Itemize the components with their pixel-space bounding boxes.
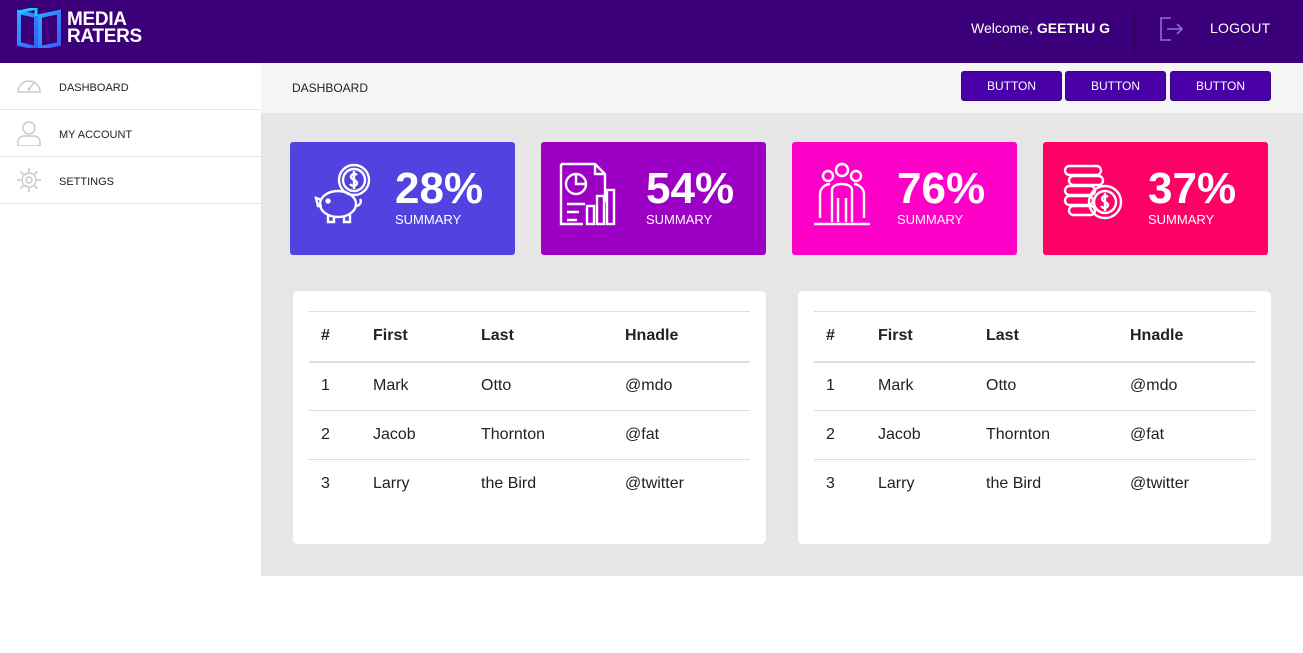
coins-stack-icon (1063, 164, 1123, 220)
logout-icon[interactable] (1158, 16, 1184, 42)
table-row[interactable]: 1 Mark Otto @mdo (309, 362, 750, 411)
table-cell: @twitter (625, 475, 684, 493)
welcome-text: Welcome, GEETHU G (971, 20, 1110, 36)
table-header-row: # First Last Hnadle (814, 311, 1255, 362)
table-row[interactable]: 1 Mark Otto @mdo (814, 362, 1255, 411)
top-bar: MEDIA RATERS Welcome, GEETHU G LOGOUT (0, 0, 1303, 63)
table-cell: 1 (826, 377, 835, 395)
table-cell: Thornton (481, 426, 546, 443)
breadcrumb: DASHBOARD (292, 81, 369, 95)
sidebar-item-my-account[interactable]: MY ACCOUNT (0, 110, 261, 157)
speedometer-icon (17, 80, 41, 93)
table-cell: the Bird (986, 475, 1042, 493)
table-cell: 3 (826, 475, 835, 493)
table-cell: the Bird (481, 475, 537, 493)
column-header[interactable]: Last (974, 312, 1118, 362)
column-header[interactable]: # (814, 312, 866, 362)
piggy-bank-icon (314, 163, 371, 224)
table-cell: Larry (373, 475, 410, 493)
summary-value: 54% (646, 164, 735, 213)
table-cell: Mark (878, 377, 914, 395)
summary-value: 28% (395, 164, 484, 213)
data-table-1: # First Last Hnadle 1 Mark Otto @mdo 2 J… (309, 311, 750, 509)
action-button-3[interactable]: BUTTON (1170, 71, 1271, 101)
summary-card-1[interactable]: 28% SUMMARY (290, 142, 515, 255)
report-chart-icon (559, 162, 616, 226)
table-cell: @fat (1130, 426, 1165, 443)
column-header[interactable]: # (309, 312, 361, 362)
table-cell: 2 (321, 426, 330, 443)
table-cell: Larry (878, 475, 915, 493)
table-cell: 1 (321, 377, 330, 395)
brand-logo[interactable]: MEDIA RATERS (16, 8, 142, 48)
table-cell: Mark (373, 377, 409, 395)
user-name: GEETHU G (1036, 20, 1110, 36)
column-header[interactable]: First (866, 312, 974, 362)
summary-card-2[interactable]: 54% SUMMARY (541, 142, 766, 255)
column-header[interactable]: Last (469, 312, 613, 362)
table-row[interactable]: 3 Larry the Bird @twitter (814, 460, 1255, 509)
table-cell: @mdo (625, 377, 673, 395)
table-cell: 2 (826, 426, 835, 443)
table-cell: @fat (625, 426, 660, 443)
brand-line-2: RATERS (67, 26, 142, 47)
table-header-row: # First Last Hnadle (309, 311, 750, 362)
action-button-2[interactable]: BUTTON (1065, 71, 1166, 101)
logout-button[interactable]: LOGOUT (1210, 20, 1270, 36)
table-cell: 3 (321, 475, 330, 493)
table-row[interactable]: 2 Jacob Thornton @fat (309, 411, 750, 460)
header-divider (1134, 9, 1135, 54)
summary-card-4[interactable]: 37% SUMMARY (1043, 142, 1268, 255)
summary-label: SUMMARY (897, 212, 964, 227)
table-cell: Jacob (373, 426, 416, 443)
sidebar-item-settings[interactable]: SETTINGS (0, 157, 261, 204)
sidebar-item-dashboard[interactable]: DASHBOARD (0, 63, 261, 110)
summary-label: SUMMARY (1148, 212, 1215, 227)
sidebar-item-label: DASHBOARD (59, 82, 129, 94)
user-icon (17, 121, 41, 146)
table-row[interactable]: 2 Jacob Thornton @fat (814, 411, 1255, 460)
table-cell: Otto (986, 377, 1017, 395)
table-cell: @twitter (1130, 475, 1189, 493)
sidebar: DASHBOARD MY ACCOUNT SETTINGS (0, 63, 261, 653)
summary-value: 76% (897, 164, 986, 213)
column-header[interactable]: Hnadle (1118, 312, 1255, 362)
summary-label: SUMMARY (646, 212, 713, 227)
table-cell: Thornton (986, 426, 1051, 443)
table-cell: Otto (481, 377, 512, 395)
main-content: DASHBOARD BUTTON BUTTON BUTTON 28% SUMMA… (261, 63, 1303, 576)
book-logo-icon (17, 8, 61, 48)
sidebar-item-label: MY ACCOUNT (59, 129, 133, 141)
action-button-1[interactable]: BUTTON (961, 71, 1062, 101)
summary-value: 37% (1148, 164, 1237, 213)
summary-label: SUMMARY (395, 212, 462, 227)
table-cell: @mdo (1130, 377, 1178, 395)
column-header[interactable]: Hnadle (613, 312, 750, 362)
brand-name: MEDIA RATERS (67, 10, 142, 47)
people-group-icon (814, 162, 870, 226)
table-cell: Jacob (878, 426, 921, 443)
summary-card-3[interactable]: 76% SUMMARY (792, 142, 1017, 255)
welcome-prefix: Welcome, (971, 20, 1033, 36)
sidebar-item-label: SETTINGS (59, 176, 115, 188)
data-table-2: # First Last Hnadle 1 Mark Otto @mdo 2 J… (814, 311, 1255, 509)
gear-icon (17, 168, 41, 192)
column-header[interactable]: First (361, 312, 469, 362)
table-panel-2: # First Last Hnadle 1 Mark Otto @mdo 2 J… (798, 291, 1271, 544)
table-row[interactable]: 3 Larry the Bird @twitter (309, 460, 750, 509)
sub-header: DASHBOARD BUTTON BUTTON BUTTON (261, 63, 1303, 113)
table-panel-1: # First Last Hnadle 1 Mark Otto @mdo 2 J… (293, 291, 766, 544)
